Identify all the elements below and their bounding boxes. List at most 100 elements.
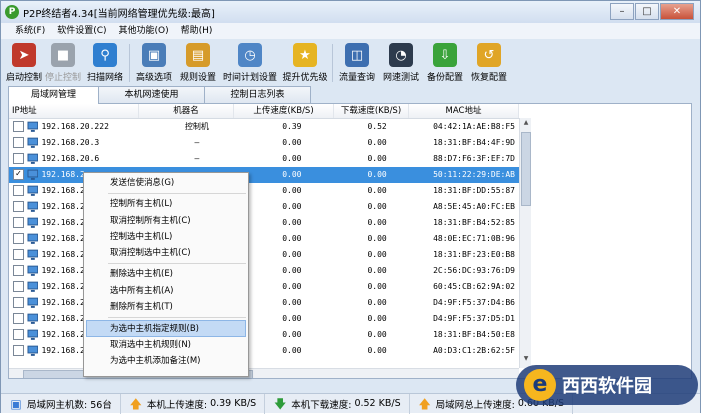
context-menu-item[interactable]: 取消控制所有主机(C) — [84, 213, 248, 229]
context-menu-item[interactable]: 取消选中主机规则(N) — [84, 337, 248, 353]
toolbar-button-7[interactable]: ★ 提升优先级 — [280, 41, 330, 85]
row-checkbox[interactable] — [13, 313, 24, 324]
row-checkbox[interactable] — [13, 329, 24, 340]
col-mac[interactable]: MAC地址 — [409, 104, 519, 118]
row-checkbox[interactable] — [13, 185, 24, 196]
cell-mac: 50:11:22:29:DE:AB — [433, 170, 515, 179]
toolbar-label: 备份配置 — [426, 73, 463, 83]
cell-mac: D4:9F:F5:37:D4:B6 — [433, 298, 515, 307]
row-checkbox[interactable] — [13, 217, 24, 228]
context-menu-item[interactable]: 发送信使消息(G) — [84, 175, 248, 191]
window-title: P2P终结者4.34[当前网络管理优先级:最高] — [23, 9, 215, 20]
toolbar-label: 恢复配置 — [470, 73, 507, 83]
toolbar-button-4[interactable]: ▣ 高级选项 — [132, 41, 176, 85]
tab-lan-management[interactable]: 局域网管理 — [8, 86, 99, 104]
row-checkbox[interactable] — [13, 297, 24, 308]
table-row[interactable]: 192.168.20.6 — 0.00 0.00 88:D7:F6:3F:EF:7D — [9, 151, 519, 167]
cell-upload: 0.00 — [282, 314, 302, 323]
context-menu-item[interactable]: 选中所有主机(A) — [84, 283, 248, 299]
toolbar-button-5[interactable]: ▤ 规则设置 — [176, 41, 220, 85]
computer-icon — [27, 297, 38, 308]
toolbar-button-3[interactable]: ⚲ 扫描网络 — [83, 41, 127, 85]
cell-mac: 18:31:BF:B4:50:E8 — [433, 330, 515, 339]
cell-ip: 192.168.20.6 — [41, 154, 100, 163]
status-hosts: ▣ 局域网主机数: 56台 — [1, 393, 121, 414]
scroll-up-icon[interactable]: ▲ — [521, 119, 531, 131]
toolbar-button-1[interactable]: ➤ 启动控制 — [5, 41, 43, 85]
table-row[interactable]: 192.168.20.222 控制机 0.39 0.52 04:42:1A:AE:B8:… — [9, 119, 519, 135]
total-upload-icon: 🡅 — [418, 396, 431, 411]
toolbar-label: 启动控制 — [6, 73, 43, 83]
toolbar-button-8[interactable]: ◫ 流量查询 — [335, 41, 379, 85]
toolbar-button-9[interactable]: ◔ 网速测试 — [379, 41, 423, 85]
context-menu-item[interactable]: 为选中主机指定规则(B) — [86, 320, 246, 337]
cell-upload: 0.00 — [282, 218, 302, 227]
row-checkbox[interactable] — [13, 137, 24, 148]
toolbar-label: 扫描网络 — [86, 73, 123, 83]
col-upload[interactable]: 上传速度(KB/S) — [234, 104, 334, 118]
cell-download: 0.00 — [367, 202, 387, 211]
col-machine-name[interactable]: 机器名 — [139, 104, 234, 118]
restore-icon: ↺ — [477, 43, 501, 67]
cell-download: 0.00 — [367, 218, 387, 227]
row-checkbox[interactable] — [13, 121, 24, 132]
cell-upload: 0.00 — [282, 186, 302, 195]
table-row[interactable]: 192.168.20.3 — 0.00 0.00 18:31:BF:B4:4F:9D — [9, 135, 519, 151]
context-menu-item[interactable]: 取消控制选中主机(C) — [84, 245, 248, 261]
main-window: P P2P终结者4.34[当前网络管理优先级:最高] – □ ✕ 系统(F) 软… — [0, 0, 701, 414]
row-checkbox[interactable] — [13, 265, 24, 276]
minimize-button[interactable]: – — [610, 3, 634, 20]
close-button[interactable]: ✕ — [660, 3, 694, 20]
cell-download: 0.00 — [367, 346, 387, 355]
toolbar-label: 规则设置 — [179, 73, 216, 83]
computer-icon — [27, 137, 38, 148]
computer-icon — [27, 153, 38, 164]
row-checkbox[interactable] — [13, 201, 24, 212]
context-menu-item[interactable]: 控制选中主机(L) — [84, 229, 248, 245]
toolbar-button-10[interactable]: ⇩ 备份配置 — [423, 41, 467, 85]
scroll-thumb[interactable] — [521, 132, 531, 206]
col-download[interactable]: 下载速度(KB/S) — [334, 104, 409, 118]
row-checkbox[interactable] — [13, 233, 24, 244]
toolbar-label: 高级选项 — [135, 73, 172, 83]
toolbar-separator — [129, 44, 130, 82]
rocket-icon: ➤ — [12, 43, 36, 67]
context-menu-item[interactable]: 控制所有主机(L) — [84, 196, 248, 212]
tab-control-log[interactable]: 控制日志列表 — [204, 86, 311, 103]
cell-mac: D4:9F:F5:37:D5:D1 — [433, 314, 515, 323]
row-checkbox[interactable] — [13, 153, 24, 164]
cell-mac: 2C:56:DC:93:76:D9 — [433, 266, 515, 275]
computer-icon — [27, 121, 38, 132]
row-checkbox[interactable] — [13, 281, 24, 292]
toolbar-separator — [332, 44, 333, 82]
computer-icon — [27, 249, 38, 260]
menu-help[interactable]: 帮助(H) — [181, 23, 213, 39]
toolbar-button-6[interactable]: ◷ 时间计划设置 — [220, 41, 280, 85]
toolbar-button-11[interactable]: ↺ 恢复配置 — [467, 41, 511, 85]
menu-system[interactable]: 系统(F) — [15, 23, 45, 39]
context-menu-item[interactable]: 删除所有主机(T) — [84, 299, 248, 315]
menu-other[interactable]: 其他功能(O) — [119, 23, 169, 39]
computer-icon — [27, 313, 38, 324]
maximize-button[interactable]: □ — [635, 3, 659, 20]
download-arrow-icon: 🡇 — [274, 396, 287, 411]
computer-icon — [27, 265, 38, 276]
cell-upload: 0.00 — [282, 250, 302, 259]
context-menu-item[interactable]: 删除选中主机(E) — [84, 266, 248, 282]
row-checkbox[interactable] — [13, 249, 24, 260]
context-menu-item[interactable]: 为选中主机添加备注(M) — [84, 353, 248, 369]
tab-local-speed[interactable]: 本机网速使用 — [98, 86, 205, 103]
context-menu: 发送信使消息(G) 控制所有主机(L) 取消控制所有主机(C) 控制选中主机(L) 取消… — [83, 172, 249, 377]
row-checkbox[interactable] — [13, 345, 24, 356]
watermark-logo: e 西西软件园 — [516, 365, 698, 405]
computer-icon — [27, 217, 38, 228]
cell-download: 0.00 — [367, 266, 387, 275]
cell-upload: 0.00 — [282, 234, 302, 243]
row-checkbox[interactable]: ✓ — [13, 169, 24, 180]
vertical-scrollbar[interactable]: ▲ ▼ — [519, 118, 531, 368]
toolbar-button-2[interactable]: ■ 停止控制 — [43, 41, 83, 85]
col-ip[interactable]: IP地址 — [9, 104, 139, 118]
cell-name: — — [194, 154, 200, 163]
medal-icon: ★ — [293, 43, 317, 67]
menu-settings[interactable]: 软件设置(C) — [57, 23, 106, 39]
